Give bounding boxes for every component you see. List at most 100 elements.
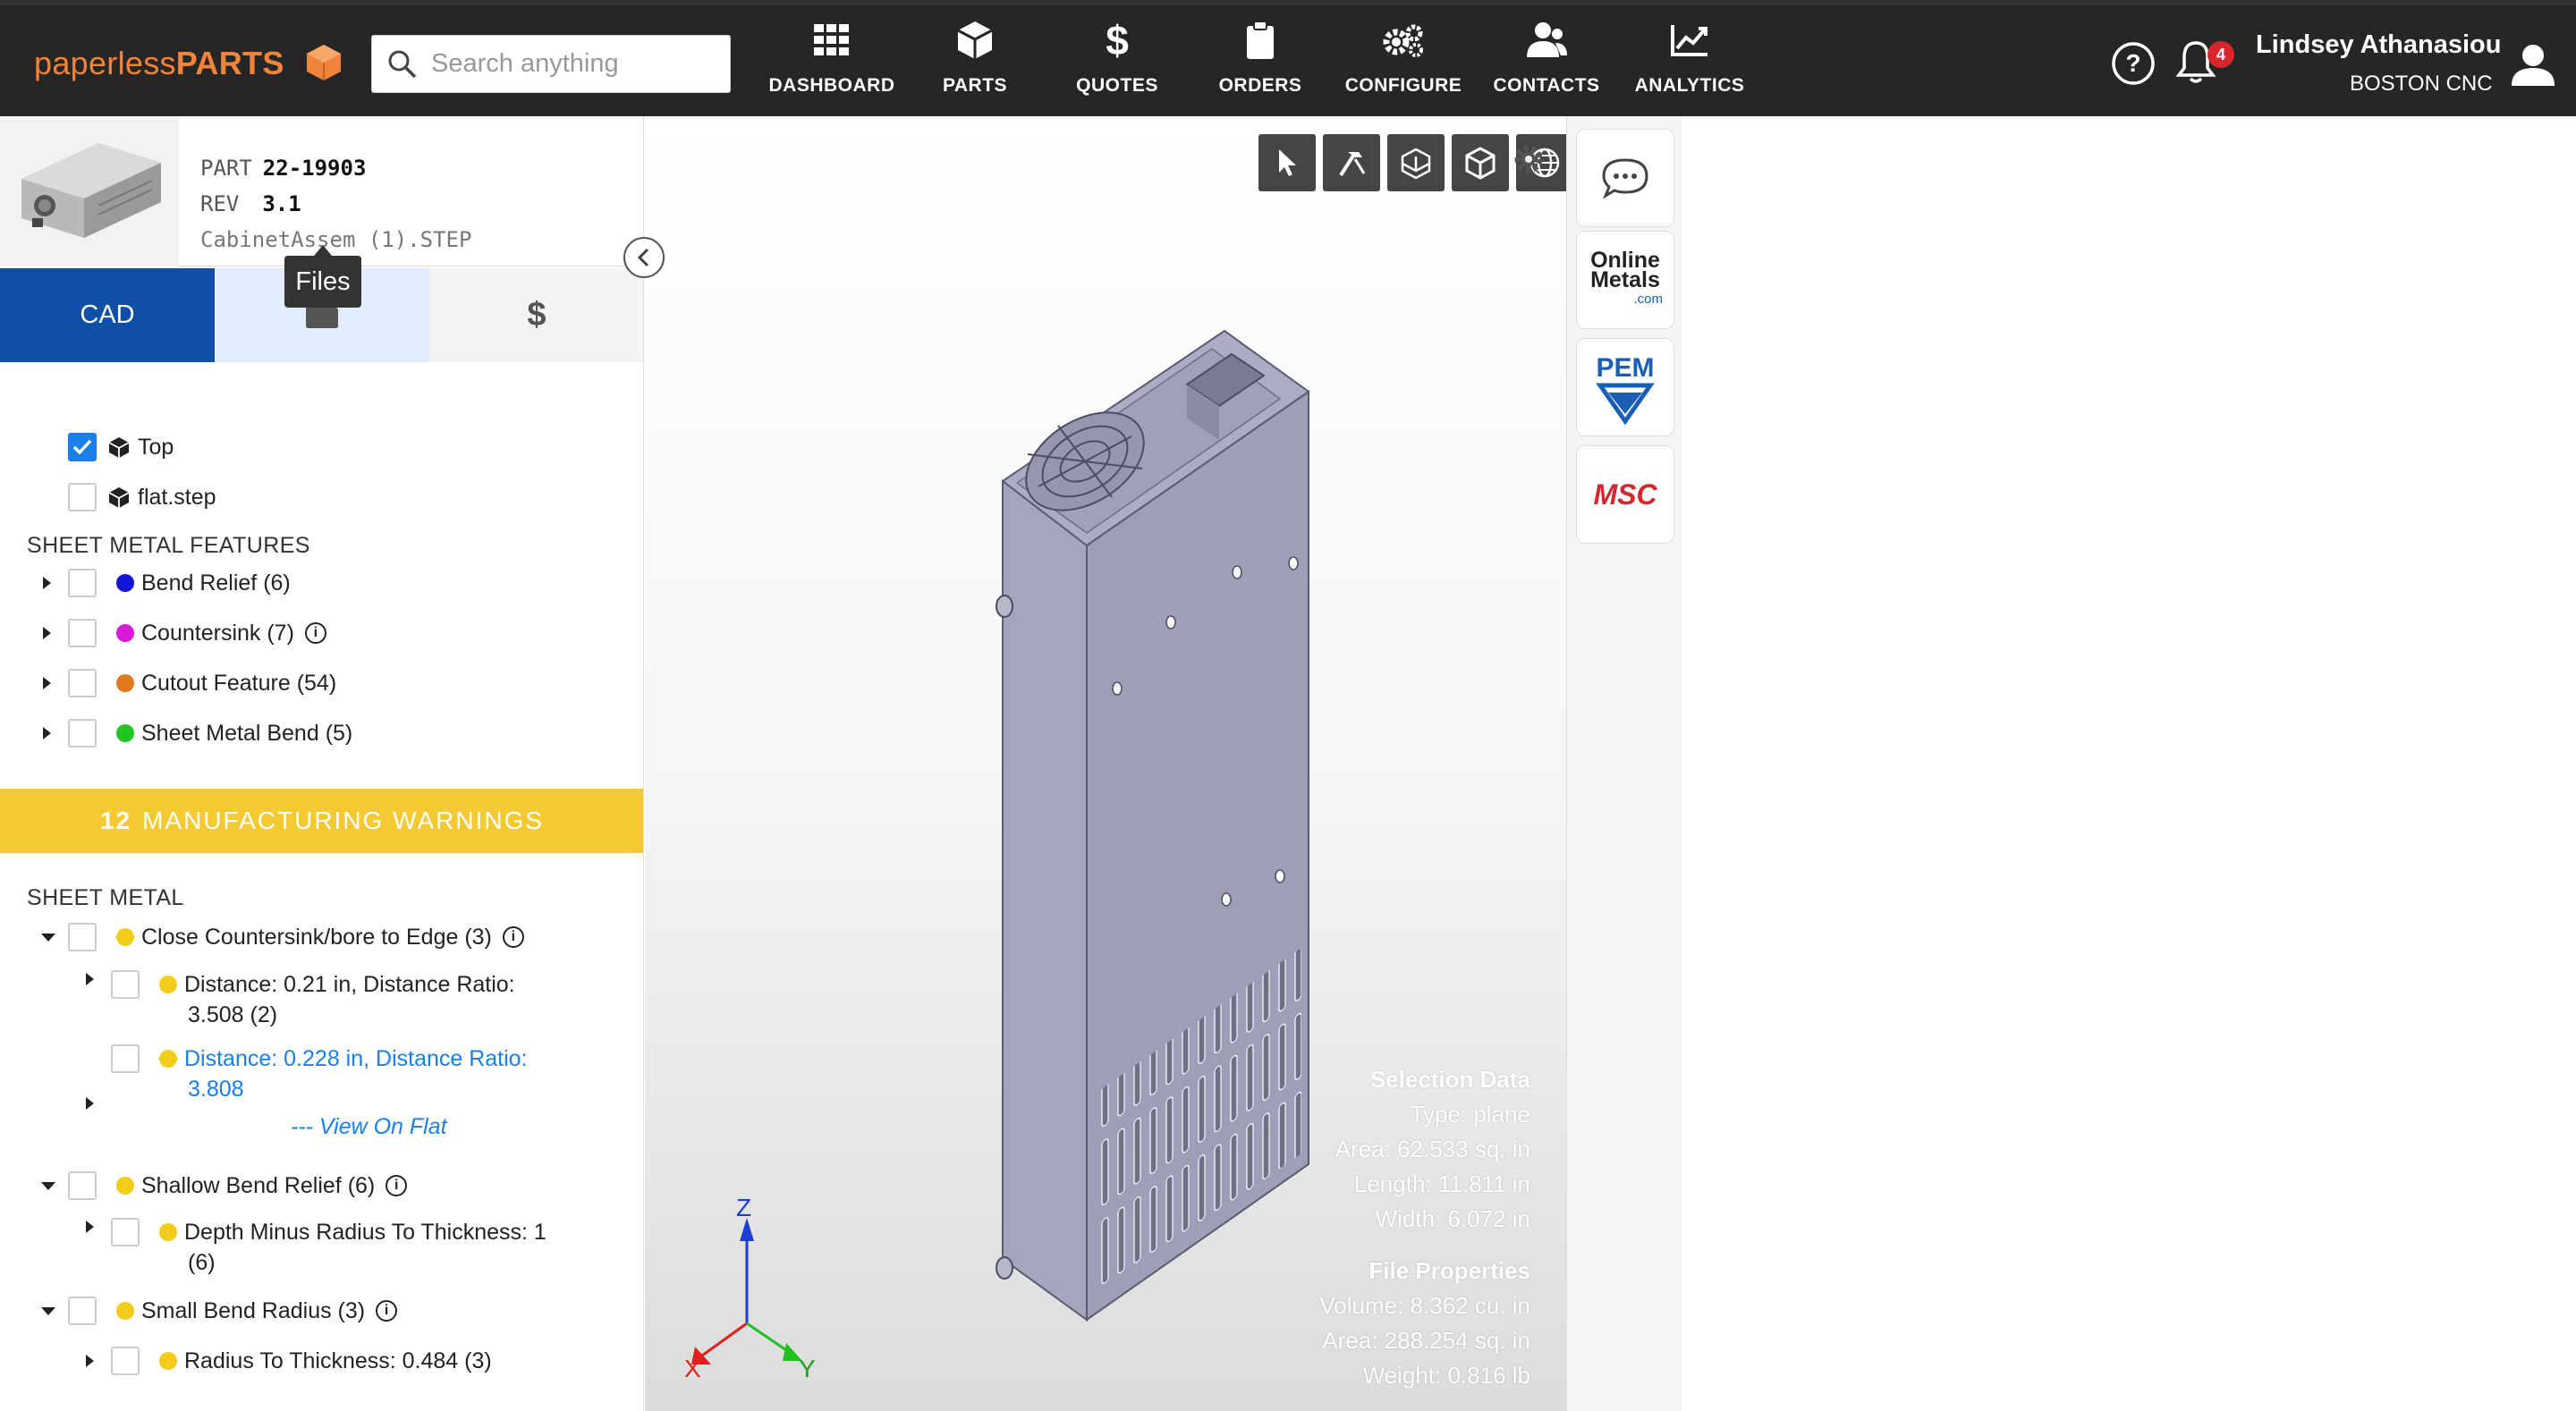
checkbox[interactable] (111, 1044, 140, 1073)
expand-caret-icon[interactable] (86, 1221, 94, 1233)
file-properties-panel: File Properties Volume: 8.362 cu. in Are… (1319, 1257, 1530, 1389)
grid-icon (814, 24, 849, 55)
x-axis-label: X (684, 1355, 701, 1382)
part-number-line: PART 22-19903 (200, 156, 367, 181)
svg-text:PEM: PEM (1596, 353, 1654, 383)
axes-triad: Z X Y (684, 1194, 816, 1382)
section-plane-icon (1401, 148, 1431, 180)
warning-close-countersink[interactable]: Close Countersink/bore to Edge (3) i (68, 919, 524, 955)
dollar-icon: $ (1106, 17, 1129, 63)
pem-button[interactable]: PEM (1576, 338, 1674, 436)
dollar-icon: $ (527, 296, 547, 334)
nav-dashboard[interactable]: DASHBOARD (760, 18, 903, 107)
expand-caret-icon[interactable] (43, 577, 51, 589)
warning-dot (159, 976, 177, 993)
hammer-icon (1339, 152, 1366, 177)
svg-text:?: ? (2125, 49, 2140, 77)
tree-item-flat-step[interactable]: flat.step (68, 479, 216, 515)
view-on-flat-link[interactable]: --- View On Flat (291, 1111, 447, 1142)
collapse-caret-icon[interactable] (41, 1307, 55, 1315)
tab-cad[interactable]: CAD (0, 268, 215, 362)
measure-tool-button[interactable] (1323, 134, 1380, 191)
checkbox[interactable] (68, 669, 97, 697)
info-icon[interactable]: i (376, 1300, 398, 1322)
checkbox[interactable] (68, 1171, 97, 1200)
cad-viewport[interactable]: ? Z X Y Selection Data Type: plane Area:… (645, 116, 1566, 1411)
warnings-title: MANUFACTURING WARNINGS (142, 807, 545, 834)
msc-button[interactable]: MSC (1576, 445, 1674, 544)
warning-dot (159, 1050, 177, 1068)
expand-caret-icon[interactable] (43, 627, 51, 639)
chat-bubble-icon (1602, 158, 1648, 199)
warning-sub-distance-0228[interactable]: Distance: 0.228 in, Distance Ratio: (111, 1043, 528, 1074)
chat-button[interactable] (1576, 129, 1674, 227)
nav-analytics[interactable]: ANALYTICS (1618, 18, 1761, 107)
color-dot (116, 724, 134, 742)
checkbox[interactable] (68, 923, 97, 951)
help-icon[interactable]: ? (2111, 41, 2156, 86)
checkbox[interactable] (111, 1218, 140, 1246)
msc-logo: MSC (1593, 477, 1657, 511)
top-nav-bar: paperlessPARTS Search anything DASHBOARD… (0, 0, 2576, 116)
tree-item-top[interactable]: Top (68, 429, 174, 465)
collapse-caret-icon[interactable] (41, 1182, 55, 1190)
user-company: BOSTON CNC (2350, 72, 2493, 96)
checkbox-checked[interactable] (68, 433, 97, 461)
checkbox[interactable] (111, 970, 140, 999)
checkbox[interactable] (68, 569, 97, 597)
warning-sub-distance-0228-line2[interactable]: 3.808 (188, 1074, 244, 1104)
warning-shallow-bend-relief[interactable]: Shallow Bend Relief (6) i (68, 1168, 408, 1204)
cursor-icon (1279, 149, 1296, 176)
info-icon[interactable]: i (304, 622, 326, 644)
feature-bend-relief[interactable]: Bend Relief (6) (68, 565, 291, 601)
part-sidebar: PART 22-19903 REV 3.1 CabinetAssem (1).STE… (0, 116, 644, 1411)
people-icon (1527, 22, 1567, 57)
warning-sub-depth-minus-radius[interactable]: Depth Minus Radius To Thickness: 1 (111, 1217, 547, 1247)
part-thumbnail[interactable] (0, 116, 179, 266)
checkbox[interactable] (68, 619, 97, 647)
warning-sub-depth-line2: (6) (188, 1249, 216, 1275)
collapse-caret-icon[interactable] (41, 934, 55, 942)
expand-caret-icon[interactable] (43, 677, 51, 689)
nav-orders[interactable]: ORDERS (1189, 18, 1332, 107)
color-dot (116, 574, 134, 592)
checkbox[interactable] (68, 719, 97, 748)
info-icon[interactable]: i (502, 926, 524, 948)
warning-dot (116, 1302, 134, 1320)
expand-caret-icon[interactable] (86, 973, 94, 985)
checkbox[interactable] (68, 483, 97, 511)
chart-icon (1671, 25, 1707, 56)
nav-contacts[interactable]: CONTACTS (1475, 18, 1618, 107)
chevron-left-icon (637, 248, 649, 267)
solid-view-button[interactable] (1452, 134, 1509, 191)
feature-sheet-metal-bend[interactable]: Sheet Metal Bend (5) (68, 715, 352, 751)
checkbox[interactable] (111, 1347, 140, 1375)
warning-sub-distance-021[interactable]: Distance: 0.21 in, Distance Ratio: (111, 969, 515, 1000)
search-icon (388, 50, 417, 78)
info-icon[interactable]: i (386, 1175, 408, 1196)
user-name[interactable]: Lindsey Athanasiou (2256, 30, 2501, 60)
feature-cutout[interactable]: Cutout Feature (54) (68, 665, 336, 701)
gears-icon (1383, 24, 1423, 57)
warning-small-bend-radius[interactable]: Small Bend Radius (3) i (68, 1293, 398, 1329)
z-axis-label: Z (736, 1194, 751, 1221)
feature-countersink[interactable]: Countersink (7) i (68, 615, 326, 651)
checkbox[interactable] (68, 1297, 97, 1325)
manufacturing-warnings-bar[interactable]: 12 MANUFACTURING WARNINGS (0, 789, 643, 853)
global-search[interactable]: Search anything (371, 35, 731, 93)
online-metals-button[interactable]: Online Metals .com (1576, 231, 1674, 329)
collapse-sidebar-button[interactable] (623, 237, 665, 278)
gear-icon[interactable] (1513, 143, 1545, 175)
warning-dot (159, 1223, 177, 1241)
tab-pricing[interactable]: $ (429, 268, 643, 362)
nav-quotes[interactable]: $ QUOTES (1046, 17, 1189, 107)
expand-caret-icon[interactable] (86, 1355, 94, 1367)
user-avatar-icon[interactable] (2510, 41, 2556, 88)
select-tool-button[interactable] (1258, 134, 1316, 191)
expand-caret-icon[interactable] (43, 727, 51, 739)
paperlessparts-logo[interactable]: paperlessPARTS (34, 45, 341, 82)
nav-parts[interactable]: PARTS (903, 18, 1046, 107)
warning-sub-radius-to-thickness[interactable]: Radius To Thickness: 0.484 (3) (111, 1343, 492, 1379)
section-view-button[interactable] (1387, 134, 1445, 191)
nav-configure[interactable]: CONFIGURE (1332, 18, 1475, 107)
